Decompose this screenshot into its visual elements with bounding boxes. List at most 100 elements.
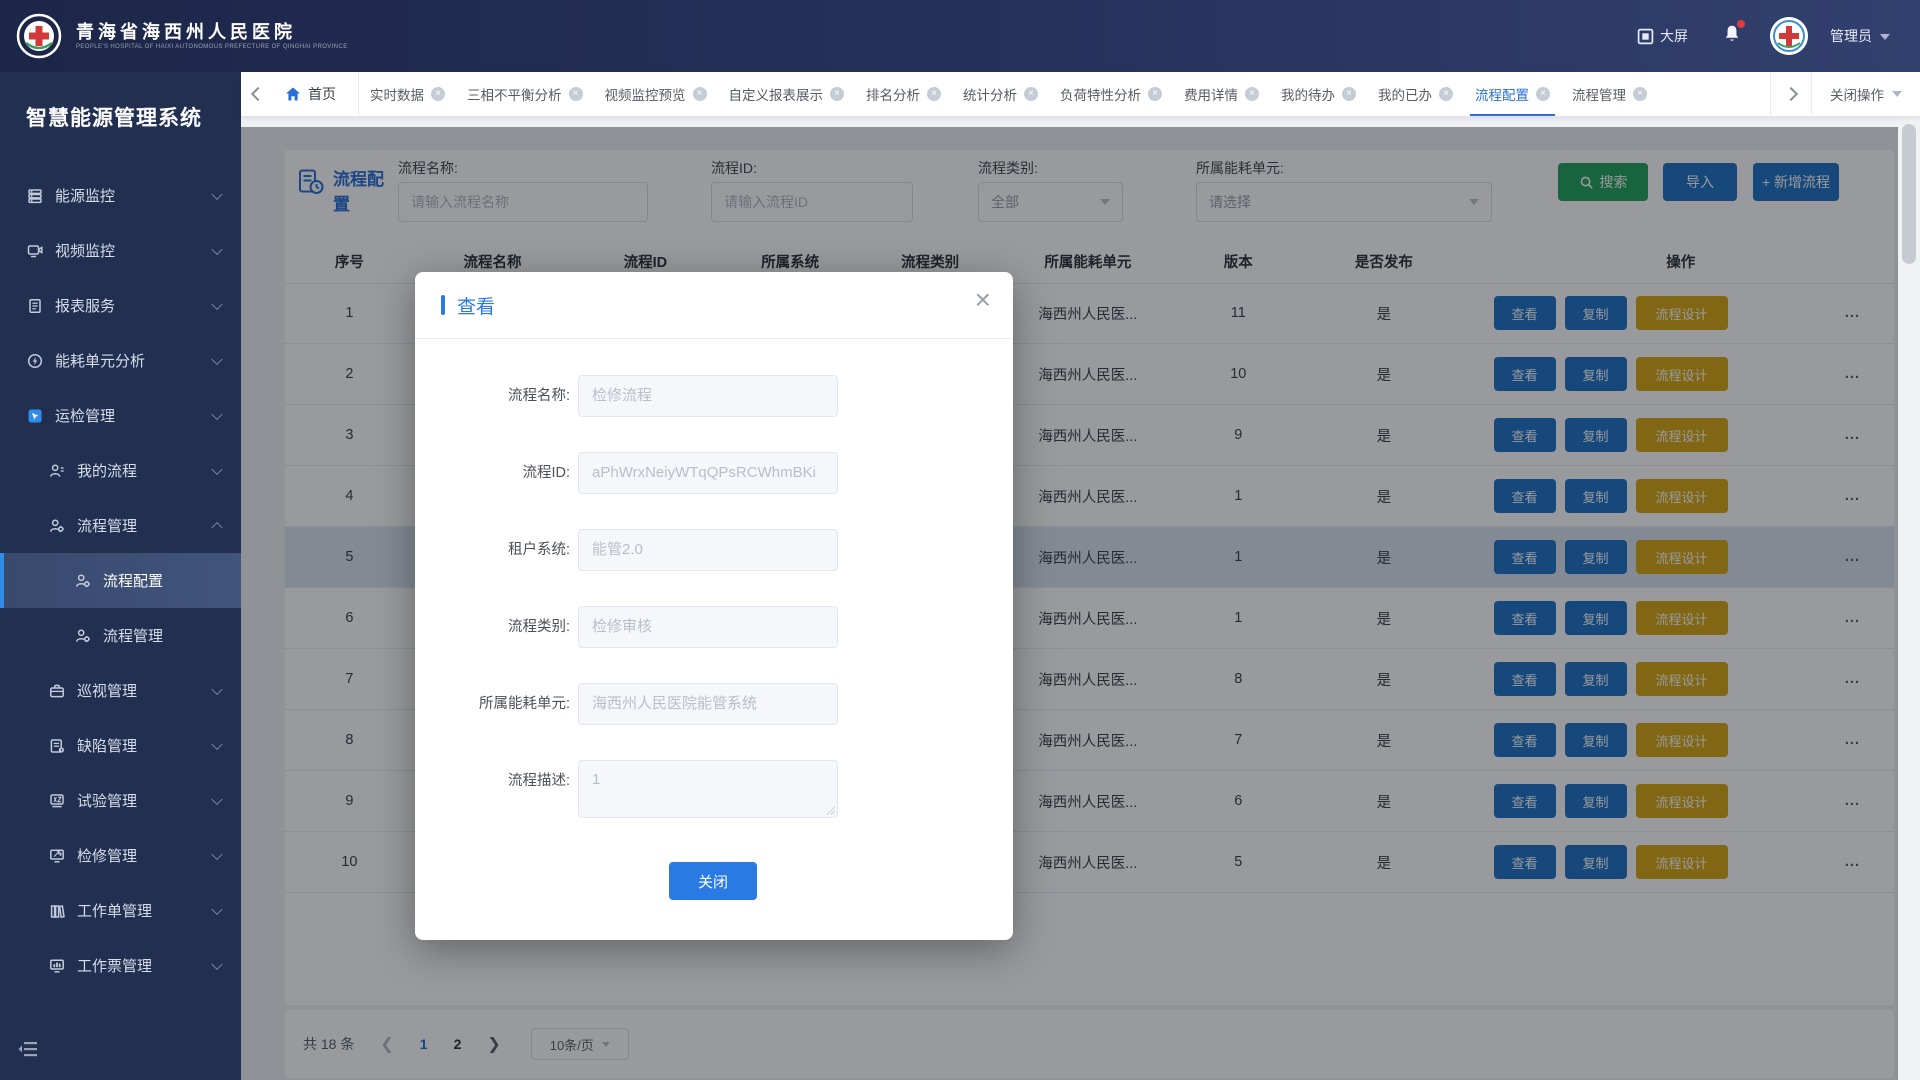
notification-bell-icon[interactable] [1722, 24, 1742, 49]
tab-流程配置[interactable]: 流程配置× [1464, 72, 1561, 116]
tab-费用详情[interactable]: 费用详情× [1173, 72, 1270, 116]
tab-close-icon[interactable]: × [1245, 87, 1259, 101]
person-gear-icon [74, 573, 92, 589]
tab-label: 我的待办 [1281, 84, 1335, 104]
home-icon [285, 86, 301, 102]
chevron-down-icon [211, 848, 222, 859]
scrollbar-thumb[interactable] [1902, 124, 1916, 264]
tab-label: 实时数据 [370, 84, 424, 104]
sidebar-item-energy-unit-analysis[interactable]: 能耗单元分析 [0, 333, 241, 388]
tab-close-icon[interactable]: × [1342, 87, 1356, 101]
sidebar-item-energy-monitor[interactable]: 能源监控 [0, 168, 241, 223]
screen-icon [1637, 28, 1654, 45]
description-textarea[interactable]: 1 [578, 760, 838, 818]
dialog-title: 查看 [457, 292, 495, 319]
page-scrollbar[interactable] [1898, 116, 1920, 1080]
sidebar-item-label: 流程配置 [103, 570, 163, 591]
modal-field-label: 流程ID: [415, 452, 570, 494]
sidebar-item-label: 检修管理 [77, 845, 137, 866]
user-avatar[interactable] [1770, 17, 1808, 55]
tab-label: 排名分析 [866, 84, 920, 104]
modal-field-value[interactable]: 能管2.0 [578, 529, 838, 571]
sidebar-item-repair-mgmt[interactable]: 检修管理 [0, 828, 241, 883]
tab-负荷特性分析[interactable]: 负荷特性分析 × [1049, 72, 1173, 116]
tab-三相不平衡分析[interactable]: 三相不平衡分析 × [456, 72, 594, 116]
tabs-scroll-left-icon[interactable] [241, 72, 275, 116]
chart-monitor-icon [48, 958, 66, 974]
modal-field-label: 流程名称: [415, 375, 570, 417]
sidebar-item-report-service[interactable]: 报表服务 [0, 278, 241, 333]
sidebar-item-video-monitor[interactable]: 视频监控 [0, 223, 241, 278]
modal-field-0: 流程名称:检修流程 [415, 375, 838, 417]
close-icon[interactable]: × [975, 286, 991, 314]
tab-close-icon[interactable]: × [1536, 87, 1550, 101]
big-screen-button[interactable]: 大屏 [1637, 26, 1688, 46]
sidebar-item-ops-mgmt[interactable]: 运检管理 [0, 388, 241, 443]
view-dialog: 查看 × 流程名称:检修流程流程ID:aPhWrxNeiyWTqQPsRCWhm… [415, 272, 1013, 940]
app-window: 青海省海西州人民医院 PEOPLE'S HOSPITAL OF HAIXI AU… [0, 0, 1920, 1080]
title-accent-bar [441, 295, 445, 315]
tab-home[interactable]: 首页 [275, 72, 359, 116]
sidebar-item-worksheet-mgmt[interactable]: 工作单管理 [0, 883, 241, 938]
chevron-down-icon [211, 738, 222, 749]
tab-label: 三相不平衡分析 [467, 84, 562, 104]
modal-field-5: 流程描述:1 [415, 760, 838, 802]
test-icon [48, 793, 66, 809]
sidebar-item-test-mgmt[interactable]: 试验管理 [0, 773, 241, 828]
modal-field-value[interactable]: 海西州人民医院能管系统 [578, 683, 838, 725]
tab-实时数据[interactable]: 实时数据 × [359, 72, 456, 116]
chevron-up-icon [211, 521, 222, 532]
current-user-menu[interactable]: 管理员 [1830, 26, 1890, 46]
sidebar-item-label: 运检管理 [55, 405, 115, 426]
tab-close-icon[interactable]: × [1439, 87, 1453, 101]
briefcase-icon [48, 683, 66, 699]
tab-我的待办[interactable]: 我的待办 × [1270, 72, 1367, 116]
tab-我的已办[interactable]: 我的已办 × [1367, 72, 1464, 116]
video-monitor-icon [26, 243, 44, 259]
hospital-brand: 青海省海西州人民医院 PEOPLE'S HOSPITAL OF HAIXI AU… [16, 13, 348, 59]
sidebar-item-process-config[interactable]: 流程配置 [0, 553, 241, 608]
sidebar: 智慧能源管理系统 能源监控视频监控报表服务能耗单元分析运检管理我的流程流程管理流… [0, 72, 241, 1080]
tabs-scroll-right-icon[interactable] [1770, 72, 1811, 116]
modal-field-value[interactable]: aPhWrxNeiyWTqQPsRCWhmBKi [578, 452, 838, 494]
sidebar-item-workticket-mgmt[interactable]: 工作票管理 [0, 938, 241, 993]
tab-流程管理[interactable]: 流程管理× [1561, 72, 1658, 116]
tab-close-icon[interactable]: × [569, 87, 583, 101]
tab-close-icon[interactable]: × [1148, 87, 1162, 101]
tab-label: 负荷特性分析 [1060, 84, 1141, 104]
tab-视频监控预览[interactable]: 视频监控预览× [594, 72, 718, 116]
tab-label: 我的已办 [1378, 84, 1432, 104]
sidebar-item-label: 巡视管理 [77, 680, 137, 701]
chevron-down-icon [211, 408, 222, 419]
dialog-header: 查看 × [415, 272, 1013, 339]
tab-close-icon[interactable]: × [830, 87, 844, 101]
modal-field-label: 流程类别: [415, 606, 570, 648]
collapse-sidebar-icon[interactable] [18, 1041, 38, 1062]
tab-close-icon[interactable]: × [693, 87, 707, 101]
close-operations-menu[interactable]: 关闭操作 [1811, 72, 1920, 116]
sidebar-item-my-process[interactable]: 我的流程 [0, 443, 241, 498]
sidebar-item-process-mgmt[interactable]: 流程管理 [0, 498, 241, 553]
tab-close-icon[interactable]: × [1633, 87, 1647, 101]
chevron-down-icon [211, 298, 222, 309]
tab-自定义报表展示[interactable]: 自定义报表展示× [718, 72, 856, 116]
sidebar-item-defect-mgmt[interactable]: 缺陷管理 [0, 718, 241, 773]
tab-close-icon[interactable]: × [927, 87, 941, 101]
sidebar-item-process-mgmt-sub[interactable]: 流程管理 [0, 608, 241, 663]
sidebar-item-label: 试验管理 [77, 790, 137, 811]
tab-close-icon[interactable]: × [431, 87, 445, 101]
field-value-text: 1 [592, 771, 600, 788]
modal-field-label: 所属能耗单元: [415, 683, 570, 725]
modal-field-4: 所属能耗单元:海西州人民医院能管系统 [415, 683, 838, 725]
dialog-close-button[interactable]: 关闭 [669, 862, 757, 900]
chevron-down-icon [211, 958, 222, 969]
sidebar-item-patrol-mgmt[interactable]: 巡视管理 [0, 663, 241, 718]
tab-统计分析[interactable]: 统计分析× [952, 72, 1049, 116]
sidebar-item-label: 我的流程 [77, 460, 137, 481]
modal-field-value[interactable]: 检修流程 [578, 375, 838, 417]
chevron-down-icon [211, 463, 222, 474]
modal-field-value[interactable]: 检修审核 [578, 606, 838, 648]
tab-close-icon[interactable]: × [1024, 87, 1038, 101]
tab-排名分析[interactable]: 排名分析 × [855, 72, 952, 116]
energy-monitor-icon [26, 188, 44, 204]
